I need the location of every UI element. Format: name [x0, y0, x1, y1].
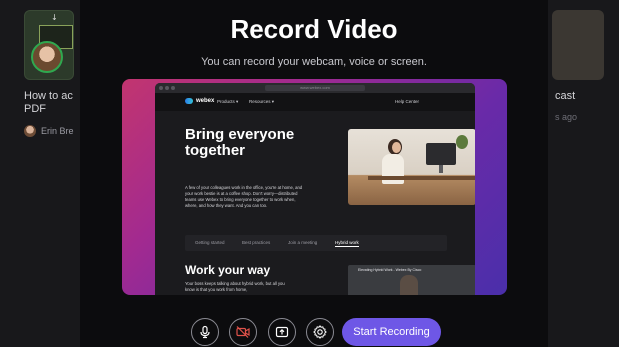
app-stage: ↓ How to ac PDF Erin Bre cast s ago Reco… [0, 0, 619, 347]
person-face [392, 142, 401, 153]
microphone-icon [200, 325, 210, 339]
start-recording-button[interactable]: Start Recording [342, 318, 441, 346]
address-bar-url: www.webex.com [300, 85, 330, 90]
browser-window: www.webex.com webex Products ▾ Resources… [155, 83, 475, 295]
monitor-stand [439, 165, 443, 173]
video-person-shape [400, 275, 418, 295]
monitor-shape [426, 143, 456, 165]
window-controls [159, 86, 175, 90]
library-card-meta-right: s ago [555, 112, 578, 122]
library-card-title-left[interactable]: How to ac PDF [24, 90, 80, 116]
video-title: Elevating Hybrid Work - Webex By Cisco [358, 268, 422, 272]
hero-image [348, 129, 475, 205]
nav-resources: Resources ▾ [249, 99, 275, 104]
library-card-title-right[interactable]: cast [555, 90, 575, 102]
avatar [31, 41, 63, 73]
camera-toggle-button[interactable] [229, 318, 257, 346]
recording-controls: Start Recording [80, 318, 548, 347]
microphone-button[interactable] [191, 318, 219, 346]
author-name: Erin Bre [41, 126, 74, 136]
library-card-thumbnail-left[interactable]: ↓ [24, 10, 74, 80]
library-card-author-left: Erin Bre [24, 125, 80, 137]
tab-best-practices: Best practices [242, 240, 271, 245]
webex-logo-icon [185, 98, 193, 104]
record-video-modal: Record Video You can record your webcam,… [80, 0, 548, 347]
tab-hybrid-work: Hybrid work [335, 240, 359, 247]
webex-logo: webex [185, 98, 214, 104]
screen-share-button[interactable] [268, 318, 296, 346]
screen-preview: www.webex.com webex Products ▾ Resources… [122, 79, 507, 295]
section-text: Your boss keeps talking about hybrid wor… [185, 281, 285, 292]
author-avatar [24, 125, 36, 137]
nav-help: Help Center [395, 99, 420, 104]
screen-share-icon [275, 326, 289, 338]
hero-text: A few of your colleagues work in the off… [185, 185, 303, 208]
tab-getting-started: Getting started [195, 240, 225, 245]
camera-off-icon [236, 326, 250, 338]
settings-icon [313, 325, 327, 339]
modal-title: Record Video [230, 14, 398, 44]
down-arrow-icon: ↓ [51, 13, 58, 22]
library-card-title-line2: PDF [24, 103, 46, 115]
site-navbar: webex Products ▾ Resources ▾ Help Center [155, 93, 475, 111]
browser-toolbar: www.webex.com [155, 83, 475, 93]
hero-title: Bring everyone together [185, 126, 295, 159]
webex-logo-text: webex [196, 98, 215, 104]
settings-button[interactable] [306, 318, 334, 346]
modal-subtitle: You can record your webcam, voice or scr… [201, 56, 427, 68]
desk-shape [368, 176, 475, 180]
library-card-title-line1: How to ac [24, 90, 73, 102]
site-tabs: Getting started Best practices Join a me… [185, 235, 447, 251]
address-bar: www.webex.com [265, 85, 365, 91]
library-card-thumbnail-right[interactable] [552, 10, 604, 80]
nav-products: Products ▾ [217, 99, 239, 104]
section-title: Work your way [185, 263, 271, 277]
video-thumbnail: Elevating Hybrid Work - Webex By Cisco [348, 265, 475, 295]
plant-shape [456, 135, 468, 149]
tab-join-meeting: Join a meeting [288, 240, 318, 245]
